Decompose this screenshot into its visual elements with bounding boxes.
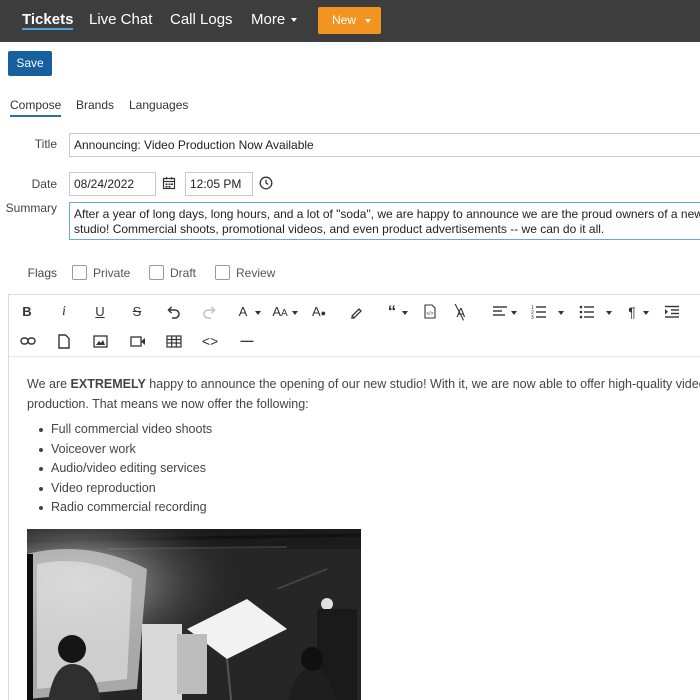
calendar-icon[interactable] bbox=[162, 176, 176, 190]
chevron-down-icon bbox=[643, 311, 649, 315]
bullet-list-icon[interactable] bbox=[579, 305, 595, 319]
chevron-down-icon bbox=[558, 311, 564, 315]
list-item: Full commercial video shoots bbox=[27, 420, 700, 440]
private-checkbox[interactable] bbox=[72, 265, 87, 280]
chevron-down-icon bbox=[511, 311, 517, 315]
chevron-down-icon bbox=[292, 311, 298, 315]
underline-icon[interactable]: U bbox=[88, 301, 112, 323]
active-underline bbox=[22, 28, 74, 30]
ordered-list-icon[interactable]: 1 2 3 bbox=[531, 304, 547, 319]
list-item: Video reproduction bbox=[27, 479, 700, 499]
svg-text:3: 3 bbox=[531, 315, 534, 319]
nav-call-logs-label: Call Logs bbox=[170, 11, 233, 28]
strikethrough-icon[interactable]: S bbox=[125, 301, 149, 323]
video-icon[interactable] bbox=[130, 336, 146, 347]
horizontal-rule-icon[interactable]: — bbox=[235, 330, 259, 352]
tab-brands[interactable]: Brands bbox=[76, 98, 114, 112]
draft-checkbox[interactable] bbox=[149, 265, 164, 280]
indent-icon[interactable] bbox=[664, 305, 680, 319]
chevron-down-icon bbox=[606, 311, 612, 315]
toolbar-divider bbox=[9, 356, 700, 357]
list-item: Audio/video editing services bbox=[27, 459, 700, 479]
nav-live-chat-label: Live Chat bbox=[89, 11, 153, 28]
font-icon[interactable]: A bbox=[231, 301, 255, 323]
svg-text:</>: </> bbox=[426, 311, 433, 317]
italic-icon[interactable]: i bbox=[52, 301, 76, 323]
studio-photo[interactable] bbox=[27, 529, 361, 700]
intro-bold-text: EXTREMELY bbox=[70, 377, 146, 391]
nav-live-chat[interactable]: Live Chat bbox=[89, 0, 152, 42]
draft-label: Draft bbox=[170, 266, 197, 280]
nav-more-label: More bbox=[251, 11, 286, 28]
editor-content[interactable]: We are EXTREMELY happy to announce the o… bbox=[27, 374, 700, 518]
summary-label: Summary bbox=[5, 201, 57, 215]
image-icon[interactable] bbox=[93, 335, 108, 348]
review-label: Review bbox=[236, 266, 276, 280]
link-icon[interactable] bbox=[20, 335, 36, 347]
new-button-label: New bbox=[332, 13, 357, 27]
code-view-icon[interactable]: <> bbox=[198, 330, 222, 352]
intro-text-end: happy to announce the opening of our new… bbox=[145, 377, 700, 391]
align-icon[interactable] bbox=[492, 305, 508, 319]
services-list: Full commercial video shoots Voiceover w… bbox=[27, 420, 700, 518]
nav-tickets-label: Tickets bbox=[22, 11, 74, 28]
date-label: Date bbox=[31, 177, 57, 191]
tab-compose[interactable]: Compose bbox=[10, 98, 62, 117]
chevron-down-icon bbox=[365, 19, 371, 23]
clear-format-icon[interactable]: A╲ bbox=[453, 301, 477, 323]
paragraph-icon[interactable]: ¶ bbox=[620, 301, 644, 323]
flags-label: Flags bbox=[27, 266, 57, 280]
text-color-icon[interactable]: A● bbox=[307, 301, 331, 323]
date-input[interactable]: 08/24/2022 bbox=[69, 172, 156, 196]
chevron-down-icon bbox=[402, 311, 408, 315]
chevron-down-icon bbox=[255, 311, 261, 315]
studio-photo-illustration bbox=[27, 529, 361, 700]
bold-icon[interactable]: B bbox=[15, 301, 39, 323]
table-icon[interactable] bbox=[166, 335, 182, 348]
save-button[interactable]: Save bbox=[8, 51, 52, 76]
quote-icon[interactable]: “ bbox=[380, 301, 404, 323]
font-size-icon[interactable]: AA bbox=[268, 301, 292, 323]
undo-icon[interactable] bbox=[165, 305, 181, 319]
intro-paragraph-line-1: We are EXTREMELY happy to announce the o… bbox=[27, 374, 700, 394]
redo-icon[interactable] bbox=[202, 305, 218, 319]
list-item: Voiceover work bbox=[27, 440, 700, 460]
nav-tickets[interactable]: Tickets bbox=[22, 0, 74, 42]
intro-text-start: We are bbox=[27, 377, 71, 391]
time-input[interactable]: 12:05 PM bbox=[185, 172, 253, 196]
nav-more[interactable]: More bbox=[251, 0, 298, 42]
title-label: Title bbox=[34, 137, 57, 151]
nav-call-logs[interactable]: Call Logs bbox=[170, 0, 233, 42]
title-input[interactable]: Announcing: Video Production Now Availab… bbox=[69, 133, 700, 157]
list-item: Radio commercial recording bbox=[27, 498, 700, 518]
code-file-icon[interactable]: </> bbox=[424, 304, 436, 319]
highlighter-icon[interactable] bbox=[349, 305, 363, 319]
chevron-down-icon bbox=[291, 18, 298, 23]
tab-languages[interactable]: Languages bbox=[129, 98, 188, 112]
new-button[interactable]: New bbox=[318, 7, 381, 34]
clock-icon[interactable] bbox=[259, 176, 273, 190]
summary-textarea[interactable]: After a year of long days, long hours, a… bbox=[69, 202, 700, 240]
summary-line-2: studio! Commercial shoots, promotional v… bbox=[74, 222, 605, 236]
intro-paragraph-line-2: production. That means we now offer the … bbox=[27, 397, 309, 411]
summary-line-1: After a year of long days, long hours, a… bbox=[74, 207, 700, 221]
top-nav: Tickets Live Chat Call Logs More New bbox=[0, 0, 700, 42]
private-label: Private bbox=[93, 266, 131, 280]
review-checkbox[interactable] bbox=[215, 265, 230, 280]
file-icon[interactable] bbox=[58, 334, 70, 349]
